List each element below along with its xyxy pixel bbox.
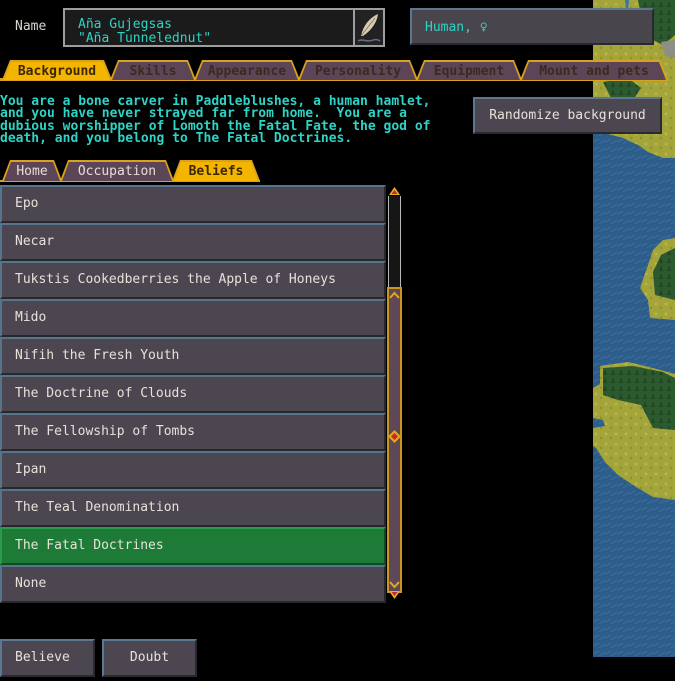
beliefs-list: Epo Necar Tukstis Cookedberries the Appl… [0, 185, 386, 603]
tab-equipment[interactable]: Equipment [416, 60, 522, 80]
tab-skills[interactable]: Skills [110, 60, 196, 80]
believe-button[interactable]: Believe [0, 639, 95, 677]
list-item[interactable]: The Fellowship of Tombs [0, 413, 386, 451]
list-item[interactable]: Epo [0, 185, 386, 223]
tab-appearance[interactable]: Appearance [194, 60, 300, 80]
thumb-gem-icon [388, 430, 401, 443]
list-item[interactable]: Mido [0, 299, 386, 337]
thumb-down-chevron-icon [389, 581, 400, 589]
list-item[interactable]: Necar [0, 223, 386, 261]
list-item[interactable]: Tukstis Cookedberries the Apple of Honey… [0, 261, 386, 299]
scroll-thumb[interactable] [387, 287, 402, 593]
race-gender-field[interactable]: Human, ♀ [410, 8, 654, 45]
doubt-button[interactable]: Doubt [102, 639, 197, 677]
list-item[interactable]: Nifih the Fresh Youth [0, 337, 386, 375]
list-item[interactable]: Ipan [0, 451, 386, 489]
scroll-track[interactable] [388, 196, 401, 288]
list-item[interactable]: None [0, 565, 386, 603]
thumb-up-chevron-icon [389, 291, 400, 299]
name-first: Aña Gujegsas [78, 17, 172, 32]
tab-background[interactable]: Background [2, 60, 112, 80]
scroll-down-arrow-icon[interactable] [388, 590, 401, 600]
beliefs-scrollbar[interactable] [387, 186, 402, 600]
list-item[interactable]: The Doctrine of Clouds [0, 375, 386, 413]
list-item[interactable]: The Teal Denomination [0, 489, 386, 527]
name-field[interactable]: Aña Gujegsas "Aña Tunnelednut" [63, 8, 385, 47]
quill-icon [357, 14, 381, 42]
name-label: Name [15, 19, 47, 34]
subtab-beliefs[interactable]: Beliefs [172, 160, 260, 181]
subtab-occupation[interactable]: Occupation [60, 160, 174, 181]
subtab-home[interactable]: Home [2, 160, 62, 181]
name-nickname: "Aña Tunnelednut" [78, 31, 212, 46]
randomize-background-button[interactable]: Randomize background [473, 97, 662, 134]
tab-mount-and-pets[interactable]: Mount and pets [520, 60, 668, 80]
background-description: You are a bone carver in Paddleblushes, … [0, 94, 431, 146]
scroll-up-arrow-icon[interactable] [388, 186, 401, 196]
tab-personality[interactable]: Personality [298, 60, 418, 80]
edit-name-button[interactable] [353, 10, 383, 45]
race-gender-text: Human, ♀ [425, 20, 488, 35]
list-item-selected[interactable]: The Fatal Doctrines [0, 527, 386, 565]
